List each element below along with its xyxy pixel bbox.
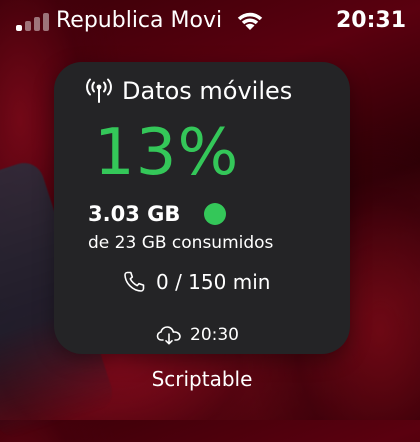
last-updated-time: 20:30 <box>190 325 239 345</box>
cloud-download-icon <box>156 326 181 345</box>
data-usage-percent: 13% <box>94 116 240 190</box>
cellular-signal-icon <box>16 11 50 31</box>
status-dot <box>204 203 227 225</box>
widget-title: Datos móviles <box>122 77 293 105</box>
carrier-name: Republica Movi <box>56 8 223 33</box>
status-time: 20:31 <box>335 8 406 33</box>
antenna-icon <box>86 78 112 103</box>
wifi-icon <box>237 12 263 30</box>
data-consumed-text: de 23 GB consumidos <box>88 233 274 253</box>
mobile-data-widget[interactable]: Datos móviles 13% 3.03 GB de 23 GB consu… <box>54 62 350 354</box>
phone-icon <box>124 271 145 292</box>
widget-app-label: Scriptable <box>151 367 253 391</box>
status-bar: Republica Movi 20:31 <box>0 0 420 44</box>
data-used-amount: 3.03 GB <box>88 202 181 226</box>
minutes-row: 0 / 150 min <box>122 268 270 296</box>
minutes-used: 0 / 150 min <box>156 270 271 294</box>
widget-header: Datos móviles <box>84 76 292 106</box>
last-updated-row: 20:30 <box>156 324 239 346</box>
data-used-row: 3.03 GB <box>88 200 227 228</box>
